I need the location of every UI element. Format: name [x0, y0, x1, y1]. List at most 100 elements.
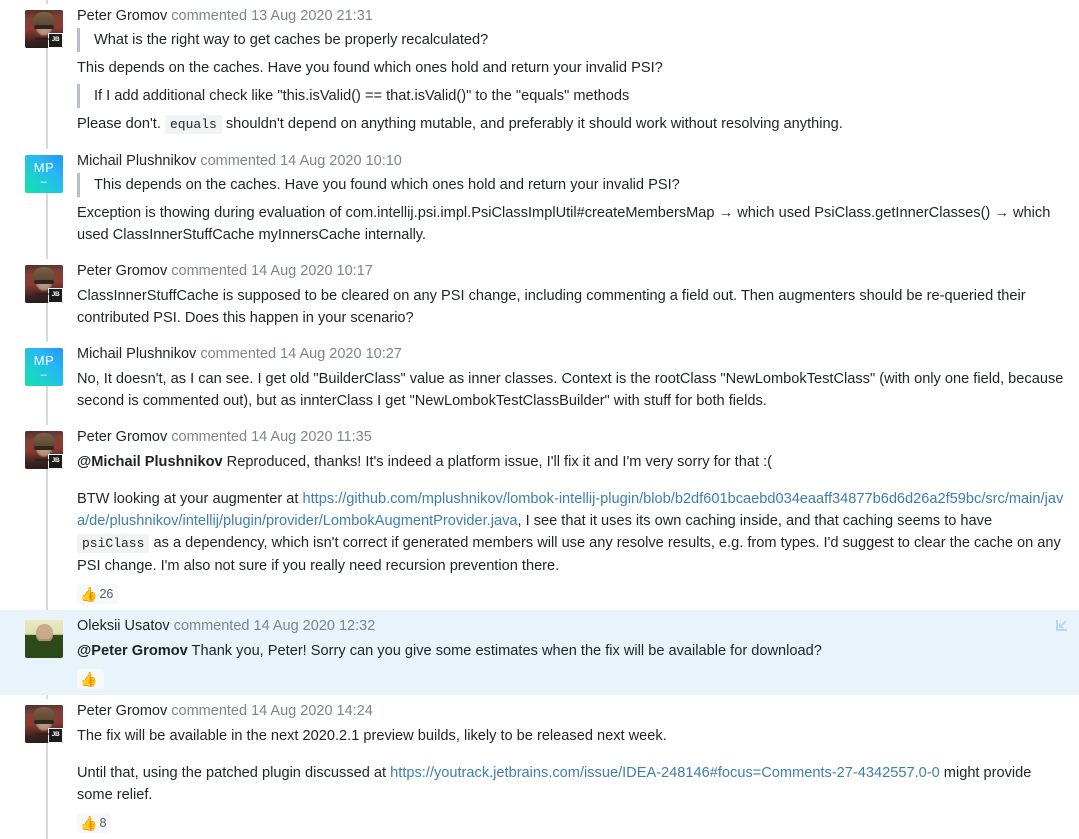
- comment-author: Michail Plushnikov: [77, 346, 197, 362]
- paragraph: Until that, using the patched plugin dis…: [77, 750, 1065, 809]
- text-run: Please don't.: [77, 116, 165, 132]
- avatar-wrap: MP –: [25, 149, 69, 193]
- paragraph: This depends on the caches. Have you fou…: [77, 60, 663, 76]
- reactions-bar: 👍 8: [77, 813, 1065, 833]
- avatar-wrap: MP –: [25, 342, 69, 386]
- comment-timestamp: 14 Aug 2020 10:10: [280, 153, 402, 169]
- avatar-peter-gromov[interactable]: JB: [25, 431, 63, 469]
- comment-meta: Michail Plushnikov commented 14 Aug 2020…: [77, 151, 1065, 171]
- avatar-wrap: [25, 614, 69, 658]
- avatar-wrap: JB: [25, 699, 69, 743]
- comment-timestamp: 14 Aug 2020 14:24: [251, 703, 373, 719]
- comment-c1: JB Peter Gromov commented 13 Aug 2020 21:…: [0, 0, 1079, 145]
- comment-author: Peter Gromov: [77, 8, 168, 24]
- external-link[interactable]: https://youtrack.jetbrains.com/issue/IDE…: [390, 765, 940, 781]
- comment-verb: commented: [173, 618, 250, 634]
- jetbrains-badge-icon: JB: [48, 454, 63, 469]
- text-run: , I see that it uses its own caching ins…: [517, 513, 993, 529]
- reaction-count: 8: [99, 816, 107, 830]
- comment-verb: commented: [171, 429, 248, 445]
- comment-timestamp: 14 Aug 2020 10:27: [280, 346, 402, 362]
- avatar-oleksii-usatov[interactable]: [25, 620, 63, 658]
- collapse-arrow-icon[interactable]: [1053, 616, 1071, 634]
- avatar-wrap: JB: [25, 4, 69, 48]
- comment-c2: MP – Michail Plushnikov commented 14 Aug 2…: [0, 145, 1079, 255]
- comment-body: Oleksii Usatov commented 14 Aug 2020 12:…: [77, 614, 1079, 689]
- jetbrains-badge-icon: JB: [48, 728, 63, 743]
- thumbs-up-icon: 👍: [80, 815, 98, 831]
- user-mention[interactable]: @Michail Plushnikov: [77, 454, 223, 470]
- text-run: as a dependency, which isn't correct if …: [77, 535, 1061, 574]
- comment-c6: Oleksii Usatov commented 14 Aug 2020 12:…: [0, 610, 1079, 695]
- comment-author: Michail Plushnikov: [77, 153, 197, 169]
- comment-meta: Peter Gromov commented 14 Aug 2020 10:17: [77, 261, 1065, 281]
- comment-body: Peter Gromov commented 14 Aug 2020 14:24…: [77, 699, 1079, 833]
- paragraph: The fix will be available in the next 20…: [77, 728, 667, 744]
- avatar-initials[interactable]: MP –: [25, 155, 63, 193]
- comment-timestamp: 13 Aug 2020 21:31: [251, 8, 373, 24]
- comments-thread: JB Peter Gromov commented 13 Aug 2020 21:…: [0, 0, 1079, 839]
- comment-timestamp: 14 Aug 2020 12:32: [253, 618, 376, 634]
- comment-verb: commented: [171, 8, 248, 24]
- inline-code: psiClass: [77, 534, 150, 553]
- avatar-initials-text: MP: [33, 159, 55, 175]
- thumbs-up-icon: 👍: [80, 586, 98, 602]
- comment-author: Peter Gromov: [77, 703, 168, 719]
- thumbs-up-icon: 👍: [80, 671, 98, 687]
- reaction-thumbs-up[interactable]: 👍 8: [77, 813, 112, 833]
- comment-meta: Michail Plushnikov commented 14 Aug 2020…: [77, 344, 1065, 364]
- comment-meta: Oleksii Usatov commented 14 Aug 2020 12:…: [77, 616, 1065, 636]
- avatar-initials-text: MP: [33, 352, 55, 368]
- comment-verb: commented: [171, 263, 248, 279]
- quoted-text: If I add additional check like "this.isV…: [77, 84, 1065, 108]
- comment-timestamp: 14 Aug 2020 11:35: [251, 429, 372, 445]
- avatar-peter-gromov[interactable]: JB: [25, 705, 63, 743]
- comment-body: Michail Plushnikov commented 14 Aug 2020…: [77, 342, 1079, 415]
- comment-c4: MP – Michail Plushnikov commented 14 Aug 2…: [0, 338, 1079, 421]
- reactions-bar: 👍 26: [77, 584, 1065, 604]
- comment-verb: commented: [200, 153, 277, 169]
- paragraph: ClassInnerStuffCache is supposed to be c…: [77, 288, 1026, 326]
- comment-meta: Peter Gromov commented 14 Aug 2020 11:35: [77, 427, 1065, 447]
- comment-c5: JB Peter Gromov commented 14 Aug 2020 11:…: [0, 421, 1079, 610]
- avatar-initials[interactable]: MP –: [25, 348, 63, 386]
- comment-body: Peter Gromov commented 14 Aug 2020 11:35…: [77, 425, 1079, 604]
- jetbrains-badge-icon: JB: [48, 288, 63, 303]
- quoted-text: This depends on the caches. Have you fou…: [77, 173, 1065, 197]
- jetbrains-badge-icon: JB: [48, 33, 63, 48]
- avatar-initials-secondary: –: [40, 368, 48, 381]
- user-mention[interactable]: @Peter Gromov: [77, 643, 188, 659]
- comment-body: Peter Gromov commented 14 Aug 2020 10:17…: [77, 259, 1079, 332]
- reaction-thumbs-up[interactable]: 👍: [77, 669, 105, 689]
- text-run: Thank you, Peter! Sorry can you give som…: [187, 643, 822, 659]
- reaction-count: 26: [99, 587, 114, 601]
- comment-c3: JB Peter Gromov commented 14 Aug 2020 10:…: [0, 255, 1079, 338]
- text-run: Until that, using the patched plugin dis…: [77, 765, 391, 781]
- comment-author: Peter Gromov: [77, 429, 168, 445]
- paragraph: @Peter Gromov Thank you, Peter! Sorry ca…: [77, 637, 1065, 665]
- avatar-peter-gromov[interactable]: JB: [25, 265, 63, 303]
- comment-meta: Peter Gromov commented 14 Aug 2020 14:24: [77, 701, 1065, 721]
- avatar-peter-gromov[interactable]: JB: [25, 10, 63, 48]
- comment-timestamp: 14 Aug 2020 10:17: [251, 263, 373, 279]
- text-run: BTW looking at your augmenter at: [77, 491, 303, 507]
- reaction-thumbs-up[interactable]: 👍 26: [77, 584, 119, 604]
- paragraph: Please don't. equals shouldn't depend on…: [77, 110, 1065, 139]
- paragraph: BTW looking at your augmenter at https:/…: [77, 476, 1065, 580]
- paragraph: Exception is thowing during evaluation o…: [77, 205, 1051, 243]
- comment-verb: commented: [200, 346, 277, 362]
- comment-body: Michail Plushnikov commented 14 Aug 2020…: [77, 149, 1079, 249]
- comment-author: Oleksii Usatov: [77, 618, 170, 634]
- inline-code: equals: [164, 115, 222, 134]
- comment-c7: JB Peter Gromov commented 14 Aug 2020 14:…: [0, 695, 1079, 839]
- paragraph: No, It doesn't, as I can see. I get old …: [77, 371, 1064, 409]
- reactions-bar: 👍: [77, 669, 1065, 689]
- avatar-wrap: JB: [25, 259, 69, 303]
- text-run: Reproduced, thanks! It's indeed a platfo…: [222, 454, 772, 470]
- quoted-text: What is the right way to get caches be p…: [77, 28, 1065, 52]
- comment-author: Peter Gromov: [77, 263, 168, 279]
- avatar-wrap: JB: [25, 425, 69, 469]
- comment-body: Peter Gromov commented 13 Aug 2020 21:31…: [77, 4, 1079, 139]
- comment-verb: commented: [171, 703, 248, 719]
- paragraph: @Michail Plushnikov Reproduced, thanks! …: [77, 448, 1065, 476]
